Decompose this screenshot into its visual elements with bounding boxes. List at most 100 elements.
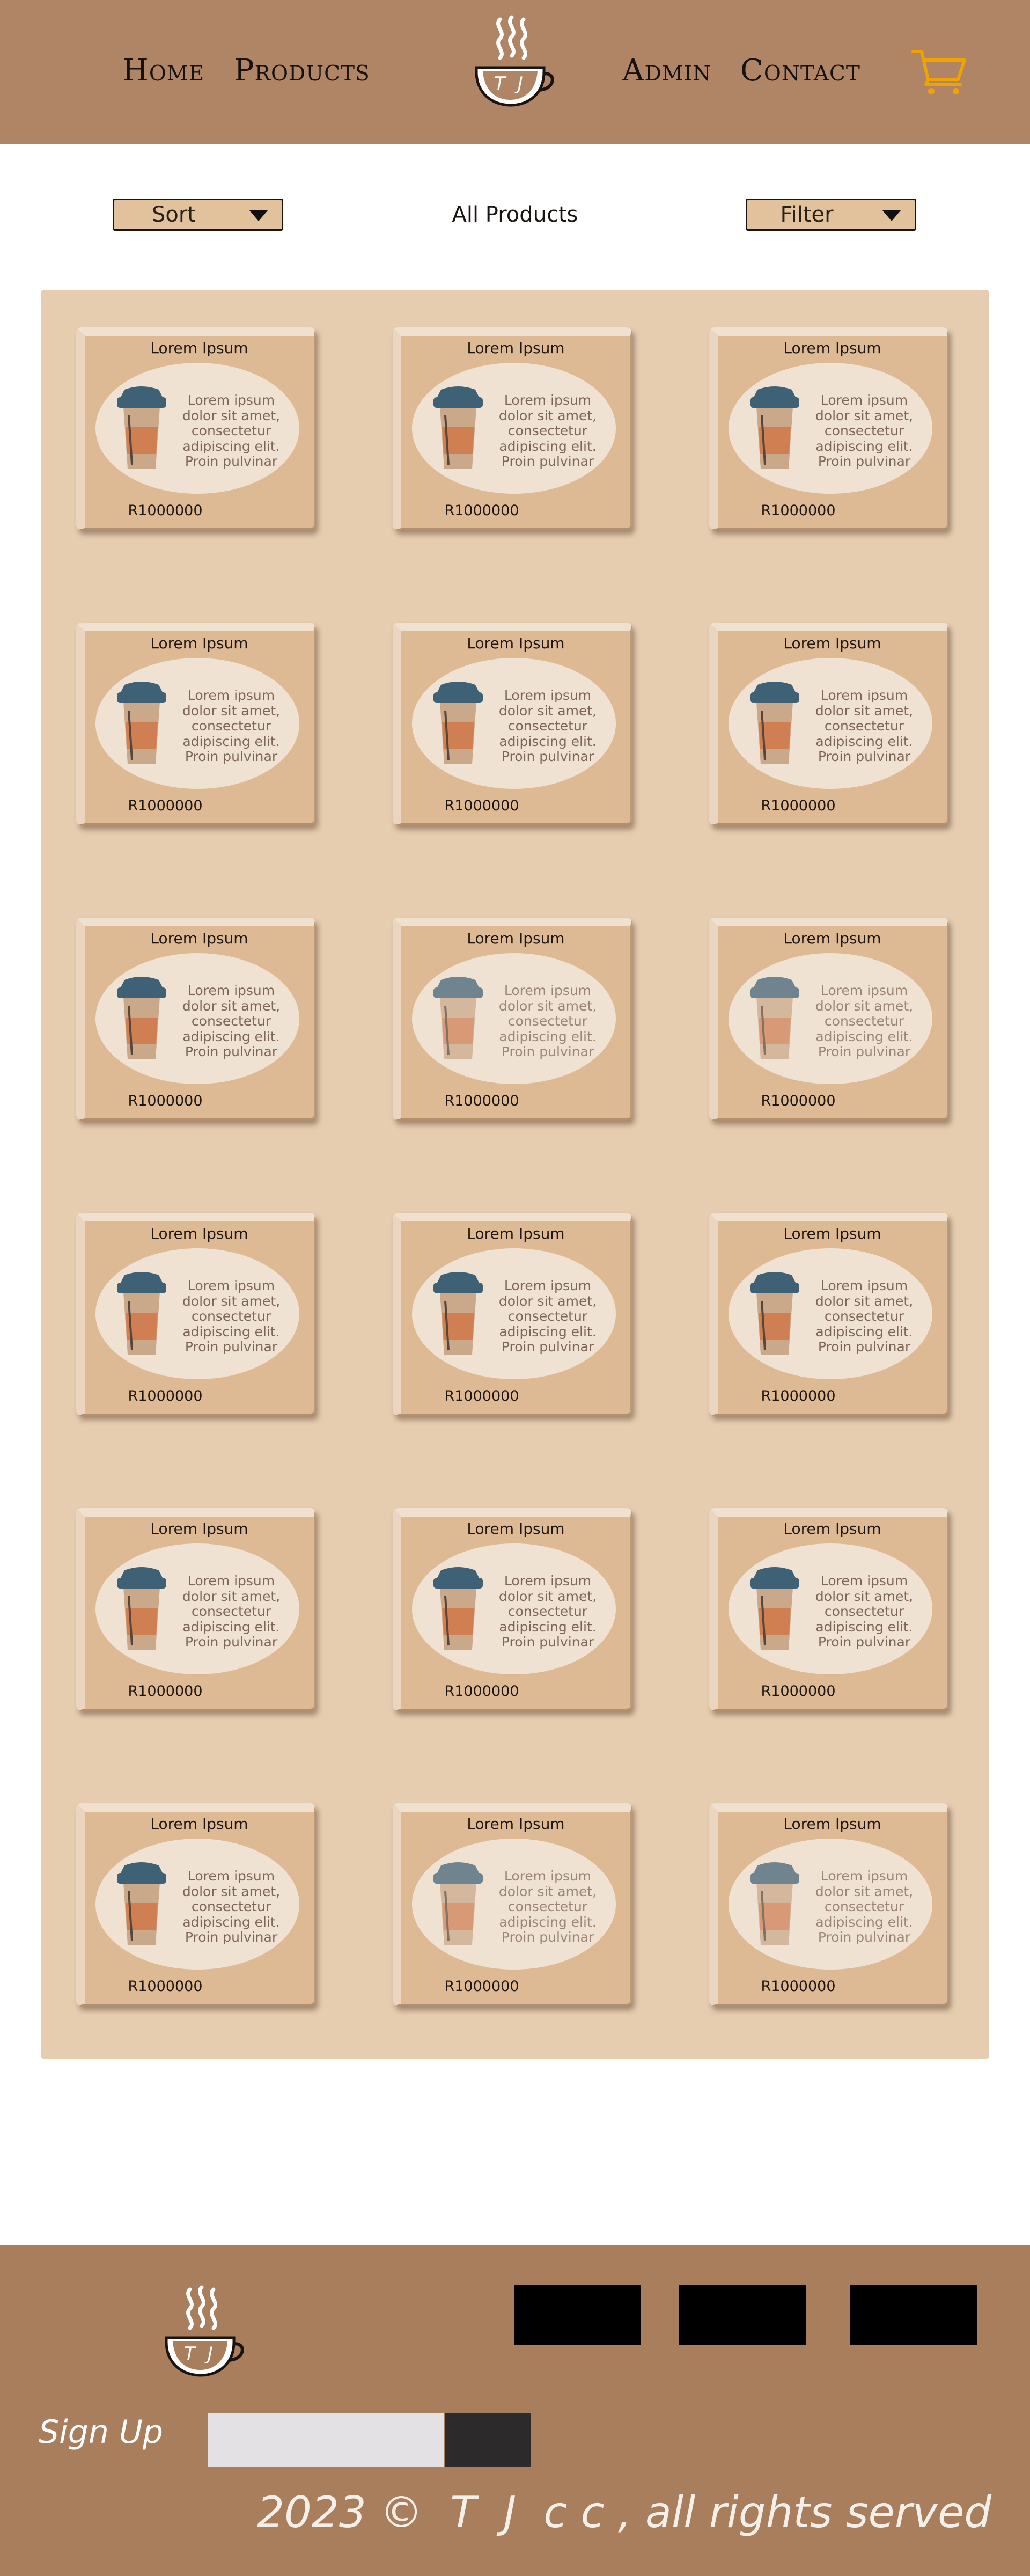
product-price: R1000000: [444, 502, 519, 519]
product-card[interactable]: Lorem Ipsum Lorem ipsum dolor sit amet, con…: [76, 327, 315, 530]
product-description: Lorem ipsum dolor sit amet, consectetur adi…: [813, 392, 915, 470]
product-description-line: Lorem ipsum: [504, 392, 592, 408]
product-title: Lorem Ipsum: [467, 930, 565, 947]
product-description-line: Proin pulvinar: [818, 749, 911, 764]
product-description-line: Proin pulvinar: [501, 1339, 594, 1355]
footer-logo[interactable]: T J: [162, 2284, 246, 2381]
product-description-line: Proin pulvinar: [818, 1929, 911, 1945]
product-description-line: consectetur: [191, 1604, 271, 1619]
product-description: Lorem ipsum dolor sit amet, consectetur adi…: [497, 1573, 599, 1650]
product-price: R1000000: [444, 797, 519, 814]
product-title: Lorem Ipsum: [150, 1520, 248, 1538]
product-description-line: Proin pulvinar: [185, 453, 278, 469]
product-card[interactable]: Lorem Ipsum Lorem ipsum dolor sit amet, con…: [393, 1803, 632, 2006]
signup-email-input[interactable]: [208, 2413, 444, 2467]
coffee-cup-icon: [431, 385, 485, 470]
product-card[interactable]: Lorem Ipsum Lorem ipsum dolor sit amet, con…: [76, 1803, 315, 2006]
coffee-cup-icon: [431, 1271, 485, 1356]
shopping-cart-icon: [911, 50, 966, 94]
product-description-line: Proin pulvinar: [185, 1929, 278, 1945]
product-card[interactable]: Lorem Ipsum Lorem ipsum dolor sit amet, con…: [76, 918, 315, 1121]
product-title: Lorem Ipsum: [467, 339, 565, 357]
product-description-line: adipiscing elit.: [815, 438, 913, 454]
coffee-cup-icon: [748, 1566, 801, 1651]
product-card[interactable]: Lorem Ipsum Lorem ipsum dolor sit amet, con…: [709, 1508, 948, 1711]
product-title: Lorem Ipsum: [783, 1520, 881, 1538]
product-description: Lorem ipsum dolor sit amet, consectetur adi…: [180, 983, 282, 1060]
product-description-line: adipiscing elit.: [182, 1914, 280, 1930]
coffee-cup-icon: [115, 1861, 168, 1946]
product-description-line: Lorem ipsum: [820, 392, 908, 408]
cart-button[interactable]: [911, 48, 969, 97]
product-card[interactable]: Lorem Ipsum Lorem ipsum dolor sit amet, con…: [709, 327, 948, 530]
logo[interactable]: T J: [472, 14, 556, 111]
product-card[interactable]: Lorem Ipsum Lorem ipsum dolor sit amet, con…: [709, 918, 948, 1121]
product-title: Lorem Ipsum: [783, 339, 881, 357]
product-description-line: consectetur: [824, 1308, 904, 1324]
product-description-line: consectetur: [191, 1899, 271, 1914]
product-description: Lorem ipsum dolor sit amet, consectetur adi…: [813, 983, 915, 1060]
product-card[interactable]: Lorem Ipsum Lorem ipsum dolor sit amet, con…: [709, 1213, 948, 1416]
product-description-line: dolor sit amet,: [182, 1293, 281, 1309]
steaming-cup-logo-icon: [475, 15, 554, 107]
product-description-line: dolor sit amet,: [815, 1588, 914, 1604]
product-description-line: dolor sit amet,: [498, 1293, 597, 1309]
product-title: Lorem Ipsum: [783, 1225, 881, 1242]
product-price: R1000000: [128, 1388, 203, 1404]
footer-link-box-2[interactable]: [679, 2285, 806, 2345]
product-description-line: dolor sit amet,: [498, 702, 597, 719]
product-card[interactable]: Lorem Ipsum Lorem ipsum dolor sit amet, con…: [709, 623, 948, 825]
product-description-line: adipiscing elit.: [182, 438, 280, 454]
coffee-cup-icon: [115, 1566, 168, 1651]
product-description-line: adipiscing elit.: [182, 733, 280, 749]
product-description-line: Proin pulvinar: [501, 453, 594, 469]
product-description-line: consectetur: [191, 718, 271, 734]
product-card[interactable]: Lorem Ipsum Lorem ipsum dolor sit amet, con…: [393, 623, 632, 825]
sort-dropdown[interactable]: Sort: [113, 199, 283, 231]
product-description-line: dolor sit amet,: [182, 407, 281, 423]
product-description-line: Proin pulvinar: [185, 749, 278, 764]
product-price: R1000000: [761, 1683, 836, 1700]
product-title: Lorem Ipsum: [783, 930, 881, 947]
copyright-text: 2023 © T J c c , all rights served: [257, 2487, 991, 2537]
product-card[interactable]: Lorem Ipsum Lorem ipsum dolor sit amet, con…: [393, 1213, 632, 1416]
product-description-line: adipiscing elit.: [182, 1028, 280, 1044]
product-description-line: consectetur: [507, 1308, 588, 1324]
coffee-cup-icon: [115, 385, 168, 470]
product-price: R1000000: [444, 1388, 519, 1404]
product-card[interactable]: Lorem Ipsum Lorem ipsum dolor sit amet, con…: [393, 1508, 632, 1711]
product-card[interactable]: Lorem Ipsum Lorem ipsum dolor sit amet, con…: [709, 1803, 948, 2006]
coffee-cup-icon: [748, 680, 801, 765]
product-price: R1000000: [761, 1093, 836, 1109]
product-card[interactable]: Lorem Ipsum Lorem ipsum dolor sit amet, con…: [76, 1508, 315, 1711]
product-card[interactable]: Lorem Ipsum Lorem ipsum dolor sit amet, con…: [393, 327, 632, 530]
product-price: R1000000: [761, 797, 836, 814]
product-description: Lorem ipsum dolor sit amet, consectetur adi…: [497, 1868, 599, 1945]
product-card[interactable]: Lorem Ipsum Lorem ipsum dolor sit amet, con…: [76, 1213, 315, 1416]
coffee-cup-icon: [748, 1271, 801, 1356]
product-description-line: Proin pulvinar: [501, 1044, 594, 1059]
footer-link-box-3[interactable]: [850, 2285, 977, 2345]
product-description-line: consectetur: [824, 718, 904, 734]
filter-dropdown[interactable]: Filter: [746, 199, 916, 231]
product-description-line: Lorem ipsum: [187, 1868, 275, 1884]
product-description-line: dolor sit amet,: [815, 407, 914, 423]
signup-submit-button[interactable]: [445, 2413, 531, 2467]
product-description-line: consectetur: [824, 1013, 904, 1029]
coffee-cup-icon: [748, 385, 801, 470]
coffee-cup-icon: [431, 976, 485, 1060]
product-card[interactable]: Lorem Ipsum Lorem ipsum dolor sit amet, con…: [76, 623, 315, 825]
nav-admin-link[interactable]: Admin: [622, 49, 711, 92]
product-title: Lorem Ipsum: [467, 1225, 565, 1242]
footer-link-box-1[interactable]: [514, 2285, 641, 2345]
product-description-line: Lorem ipsum: [187, 1573, 275, 1589]
nav-contact-link[interactable]: Contact: [740, 49, 860, 92]
product-description-line: Lorem ipsum: [820, 687, 908, 703]
product-description-line: adipiscing elit.: [499, 1323, 597, 1340]
product-description-line: Lorem ipsum: [820, 1868, 908, 1884]
product-description: Lorem ipsum dolor sit amet, consectetur adi…: [180, 1868, 282, 1945]
nav-products-link[interactable]: Products: [234, 49, 370, 92]
nav-home-link[interactable]: Home: [122, 49, 204, 92]
product-card[interactable]: Lorem Ipsum Lorem ipsum dolor sit amet, con…: [393, 918, 632, 1121]
product-description-line: Proin pulvinar: [818, 1044, 911, 1059]
